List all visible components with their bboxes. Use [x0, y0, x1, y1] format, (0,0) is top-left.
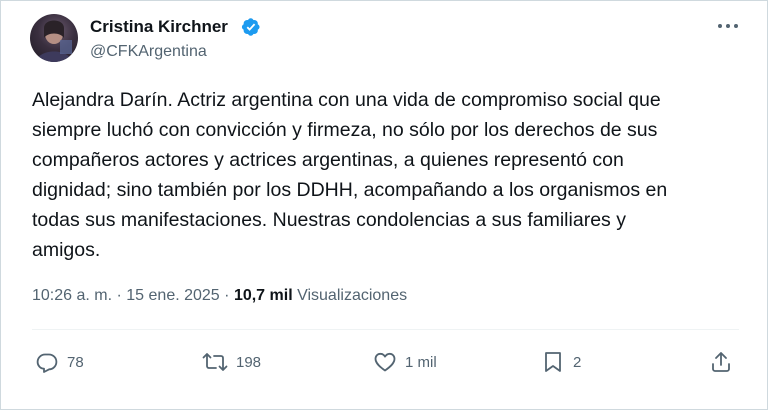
more-options-button[interactable] — [715, 15, 741, 37]
divider — [32, 329, 739, 330]
like-button[interactable]: 1 mil — [373, 349, 437, 375]
bookmark-count: 2 — [573, 353, 582, 371]
heart-icon — [374, 352, 396, 372]
avatar[interactable] — [30, 14, 78, 62]
tweet-date[interactable]: 15 ene. 2025 — [126, 287, 219, 304]
share-button[interactable] — [709, 349, 733, 375]
tweet-card: Cristina Kirchner @CFKArgentina Alejandr… — [0, 0, 768, 410]
tweet-meta: 10:26 a. m. · 15 ene. 2025 · 10,7 mil Vi… — [32, 287, 407, 305]
tweet-time[interactable]: 10:26 a. m. — [32, 287, 112, 304]
meta-separator: · — [116, 287, 122, 304]
reply-count: 78 — [67, 353, 84, 371]
views-count: 10,7 mil — [233, 287, 293, 304]
more-horizontal-icon — [718, 24, 722, 28]
author-handle[interactable]: @CFKArgentina — [90, 43, 207, 61]
bookmark-button[interactable]: 2 — [541, 349, 581, 375]
reply-button[interactable]: 78 — [35, 349, 84, 375]
views-label: Visualizaciones — [297, 287, 408, 304]
meta-separator-2: · — [224, 287, 230, 304]
reply-icon — [36, 353, 58, 373]
retweet-count: 198 — [236, 353, 262, 371]
share-icon — [712, 352, 730, 372]
retweet-button[interactable]: 198 — [202, 349, 261, 375]
avatar-photo — [36, 20, 72, 62]
like-count: 1 mil — [405, 353, 437, 371]
retweet-icon — [202, 353, 228, 371]
tweet-text: Alejandra Darín. Actriz argentina con un… — [32, 89, 668, 261]
verified-badge-icon — [241, 18, 260, 36]
bookmark-icon — [545, 352, 561, 372]
author-name[interactable]: Cristina Kirchner — [90, 17, 228, 37]
